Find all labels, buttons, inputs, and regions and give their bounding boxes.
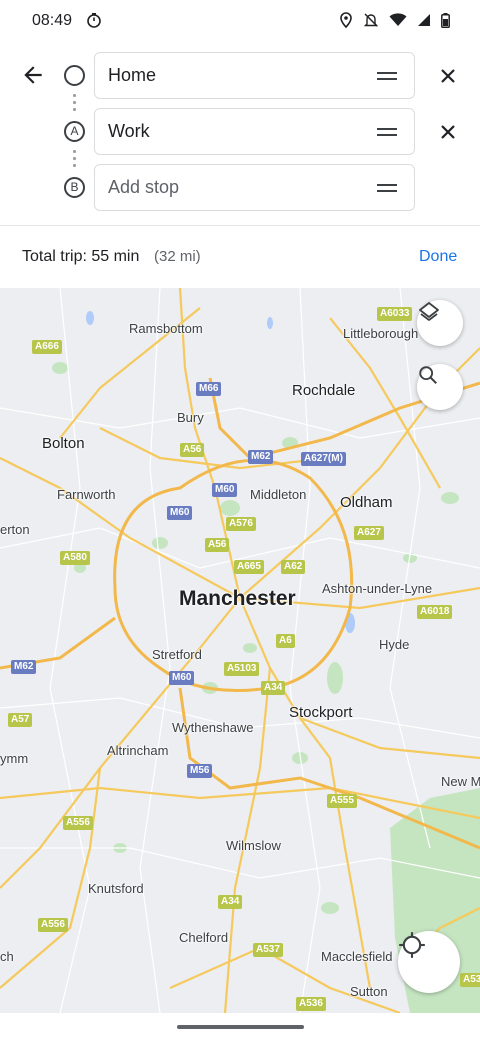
place-label: Stretford xyxy=(152,647,202,662)
done-button[interactable]: Done xyxy=(419,248,457,266)
road-shield: A665 xyxy=(234,560,264,574)
trip-duration: Total trip: 55 min xyxy=(22,248,140,265)
road-shield: A627 xyxy=(354,526,384,540)
place-label: Littleborough xyxy=(343,326,419,341)
road-shield: A6033 xyxy=(377,307,413,321)
road-shield: A6018 xyxy=(417,605,453,619)
layers-icon xyxy=(419,302,439,321)
place-label: Stockport xyxy=(289,704,353,721)
place-label: Knutsford xyxy=(88,881,144,896)
origin-value: Home xyxy=(108,65,157,85)
road-shield: M56 xyxy=(187,764,213,778)
place-label: Macclesfield xyxy=(321,949,393,964)
road-shield: A34 xyxy=(218,895,243,909)
place-label: Wilmslow xyxy=(226,838,281,853)
notifications-off-icon xyxy=(363,13,379,27)
road-shield: A556 xyxy=(38,918,68,932)
destination-marker-icon: A xyxy=(64,121,85,142)
place-label: Farnworth xyxy=(57,487,116,502)
drag-handle-icon[interactable] xyxy=(377,72,397,80)
add-stop-placeholder: Add stop xyxy=(108,177,180,197)
route-connector xyxy=(73,148,76,170)
road-shield: A580 xyxy=(60,551,90,565)
place-label: Bury xyxy=(177,410,204,425)
search-button[interactable] xyxy=(417,364,463,410)
road-shield: A536 xyxy=(296,997,326,1011)
stop-marker-icon: B xyxy=(64,177,85,198)
road-shield: A34 xyxy=(261,681,286,695)
arrow-back-icon[interactable] xyxy=(20,62,46,88)
road-shield: A53 xyxy=(460,973,480,987)
place-label: Ramsbottom xyxy=(129,321,203,336)
place-label: Middleton xyxy=(250,487,307,502)
directions-panel: A B Home Work Add stop xyxy=(0,42,480,226)
place-label: Wythenshawe xyxy=(172,720,254,735)
drag-handle-icon[interactable] xyxy=(377,128,397,136)
road-shield: A5103 xyxy=(224,662,260,676)
place-label: Hyde xyxy=(379,637,410,652)
destination-value: Work xyxy=(108,121,150,141)
place-label: New M xyxy=(441,774,480,789)
place-label: Chelford xyxy=(179,930,229,945)
location-status-icon xyxy=(340,12,352,28)
place-label: Altrincham xyxy=(107,743,169,758)
origin-marker-icon xyxy=(64,65,85,86)
remove-destination-close-icon[interactable] xyxy=(438,122,458,142)
place-label: Bolton xyxy=(42,435,85,452)
place-label: ch xyxy=(0,949,14,964)
place-label: Manchester xyxy=(179,587,296,610)
road-shield: A576 xyxy=(226,517,256,531)
place-label: Sutton xyxy=(350,984,388,999)
timer-icon xyxy=(87,13,101,28)
road-shield: M62 xyxy=(248,450,274,464)
destination-field[interactable]: Work xyxy=(94,108,415,155)
battery-icon xyxy=(441,12,450,28)
road-shield: A62 xyxy=(281,560,306,574)
map-view[interactable]: Ramsbottom Littleborough Rochdale Bury B… xyxy=(0,288,480,1013)
road-shield: A57 xyxy=(8,713,33,727)
layers-button[interactable] xyxy=(417,300,463,346)
trip-distance: (32 mi) xyxy=(154,248,201,265)
route-connector xyxy=(73,92,76,114)
origin-field[interactable]: Home xyxy=(94,52,415,99)
search-icon xyxy=(419,366,437,384)
road-shield: A555 xyxy=(327,794,357,808)
road-shield: M60 xyxy=(212,483,238,497)
road-shield: A56 xyxy=(180,443,205,457)
signal-icon xyxy=(418,14,430,26)
water xyxy=(86,311,355,633)
home-gesture-handle[interactable] xyxy=(177,1025,304,1029)
place-label: Oldham xyxy=(340,494,393,511)
place-label: Ashton-under-Lyne xyxy=(322,581,433,596)
wifi-icon xyxy=(389,13,407,26)
remove-origin-close-icon[interactable] xyxy=(438,66,458,86)
place-label: erton xyxy=(0,522,30,537)
place-label: Rochdale xyxy=(292,382,356,399)
status-bar: 08:49 xyxy=(0,0,480,42)
my-location-button[interactable] xyxy=(398,931,460,993)
road-shield: A627(M) xyxy=(301,452,346,466)
road-shield: A666 xyxy=(32,340,62,354)
road-shield: A6 xyxy=(276,634,295,648)
status-time: 08:49 xyxy=(32,12,73,29)
road-shield: A537 xyxy=(253,943,283,957)
my-location-icon xyxy=(399,932,425,958)
road-shield: M60 xyxy=(169,671,195,685)
trip-summary: Total trip: 55 min (32 mi) Done xyxy=(0,227,480,287)
add-stop-field[interactable]: Add stop xyxy=(94,164,415,211)
road-shield: M66 xyxy=(196,382,222,396)
road-shield: M60 xyxy=(167,506,193,520)
road-shield: A556 xyxy=(63,816,93,830)
road-shield: M62 xyxy=(11,660,37,674)
place-label: ymm xyxy=(0,751,29,766)
navigation-bar xyxy=(0,1013,480,1041)
drag-handle-icon[interactable] xyxy=(377,184,397,192)
road-shield: A56 xyxy=(205,538,230,552)
